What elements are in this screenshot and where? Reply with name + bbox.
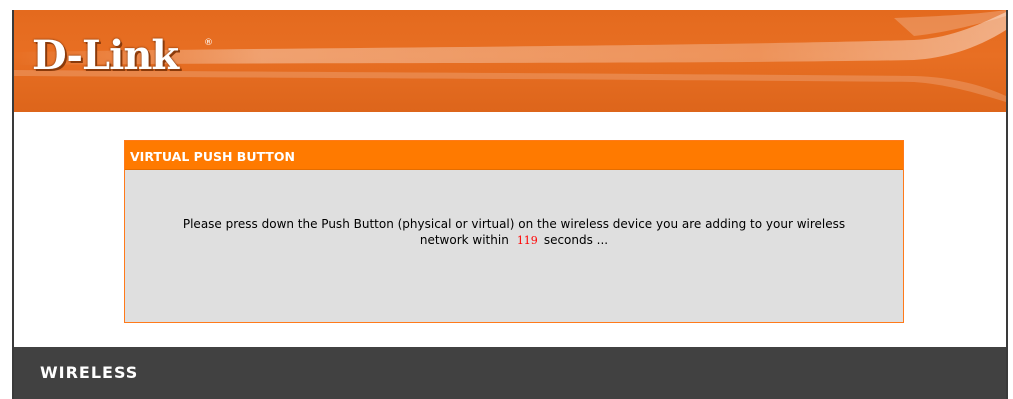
panel-title: VIRTUAL PUSH BUTTON <box>125 141 903 170</box>
panel-message: Please press down the Push Button (physi… <box>125 170 903 249</box>
registered-trademark-mark: ® <box>204 38 213 48</box>
dlink-logo: D-Link <box>32 32 179 79</box>
message-prefix: network within <box>419 233 509 247</box>
message-line-1: Please press down the Push Button (physi… <box>182 217 846 231</box>
router-page: D-Link ® VIRTUAL PUSH BUTTON Please pres… <box>12 10 1008 399</box>
header-banner: D-Link ® <box>14 10 1006 112</box>
footer-wireless-label: WIRELESS <box>40 363 139 382</box>
virtual-push-button-panel: VIRTUAL PUSH BUTTON Please press down th… <box>124 140 904 323</box>
footer-bar: WIRELESS <box>14 347 1006 399</box>
countdown-timer: 119 <box>516 234 538 247</box>
message-suffix: seconds ... <box>543 233 609 247</box>
message-line-2: network within 119 seconds ... <box>125 232 903 249</box>
